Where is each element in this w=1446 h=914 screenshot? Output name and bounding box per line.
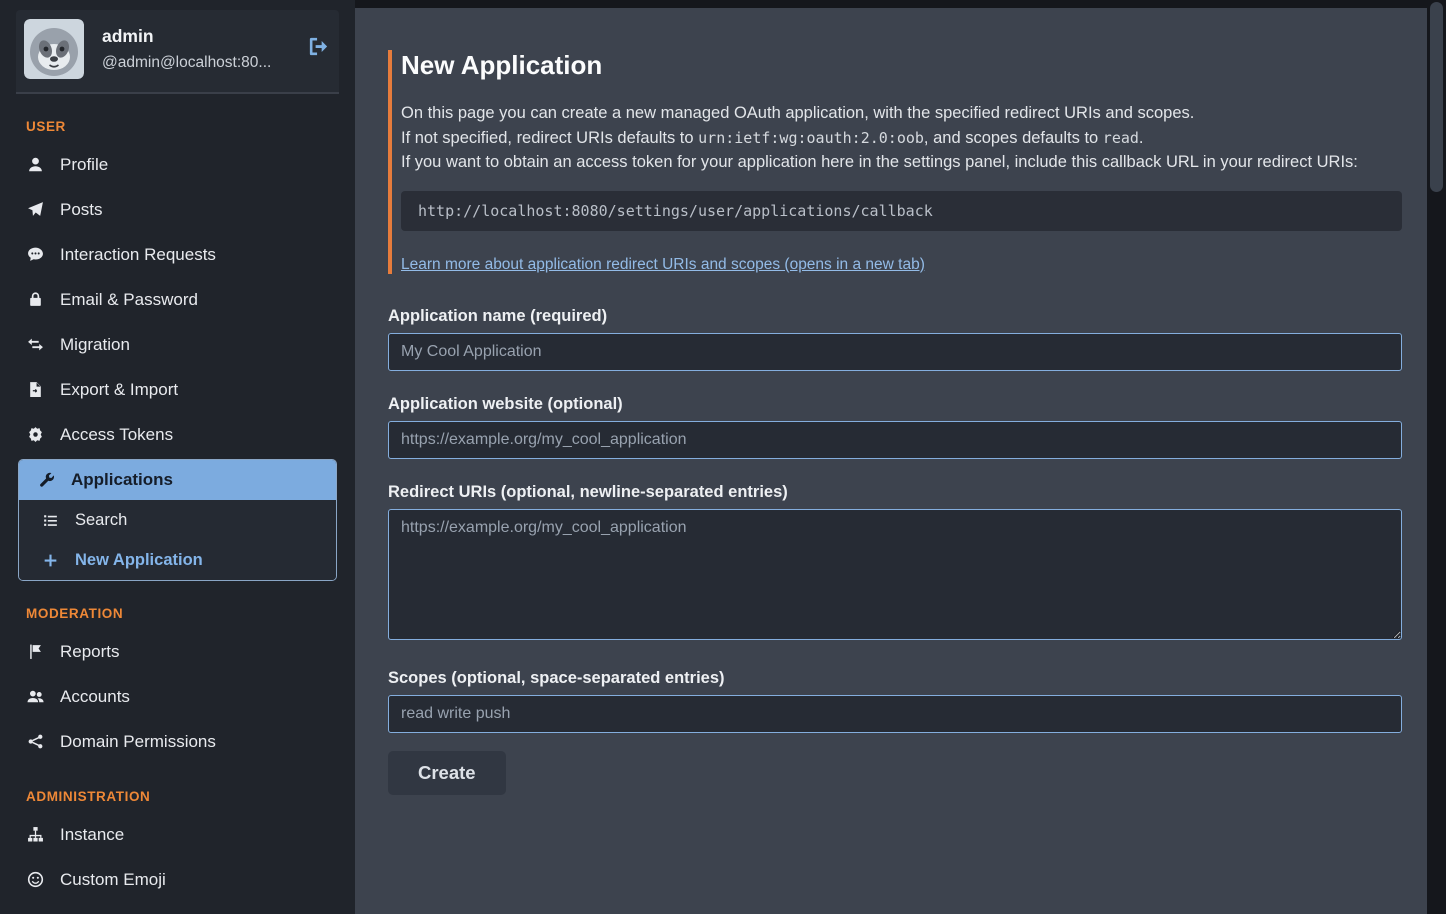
intro-line-2: If not specified, redirect URIs defaults… [401,126,1402,151]
sidebar-item-label: Instance [60,825,124,845]
intro-line-3-text: If you want to obtain an access token fo… [401,153,1358,171]
page-title: New Application [401,50,1402,81]
comment-icon [26,246,45,263]
intro-line-3: If you want to obtain an access token fo… [401,150,1402,175]
sidebar-item-label: New Application [75,551,203,570]
section-header-administration: ADMINISTRATION [26,789,355,804]
application-name-group: Application name (required) [388,307,1402,371]
scrollbar-track[interactable] [1427,0,1446,914]
file-export-icon [26,381,45,398]
sidebar-item-label: Email & Password [60,290,198,310]
scopes-label: Scopes (optional, space-separated entrie… [388,669,1402,688]
inline-code-read: read [1103,129,1139,147]
user-icon [26,156,45,173]
account-info: admin @admin@localhost:80... [102,26,271,72]
inline-code-oob: urn:ietf:wg:oauth:2.0:oob [698,129,924,147]
sidebar-item-label: Interaction Requests [60,245,216,265]
main-wrap: New Application On this page you can cre… [355,0,1427,914]
scrollbar-thumb[interactable] [1430,2,1443,192]
sidebar-item-label: Access Tokens [60,425,173,445]
account-handle: @admin@localhost:80... [102,54,271,72]
sidebar-item-export-import[interactable]: Export & Import [0,367,355,412]
share-nodes-icon [26,733,45,750]
sidebar-item-label: Posts [60,200,103,220]
sidebar-item-search[interactable]: Search [19,500,336,540]
application-name-label: Application name (required) [388,307,1402,326]
application-website-input[interactable] [388,421,1402,459]
sidebar-item-actions[interactable]: Actions [0,902,355,914]
flag-icon [26,643,45,660]
sidebar-item-reports[interactable]: Reports [0,629,355,674]
application-name-input[interactable] [388,333,1402,371]
intro-line-2-pre: If not specified, redirect URIs defaults… [401,129,698,147]
section-header-moderation: MODERATION [26,606,355,621]
sidebar-item-migration[interactable]: Migration [0,322,355,367]
users-icon [26,688,45,705]
scopes-input[interactable] [388,695,1402,733]
intro-line-1: On this page you can create a new manage… [401,101,1402,126]
sidebar-item-label: Reports [60,642,120,662]
sidebar-item-label: Domain Permissions [60,732,216,752]
avatar [24,19,84,79]
applications-subnav: Search New Application [19,500,336,580]
new-application-panel: New Application On this page you can cre… [355,8,1427,914]
certificate-icon [26,426,45,443]
applications-group: Applications Search New Application [18,459,337,581]
plus-icon [41,552,60,569]
sidebar-item-access-tokens[interactable]: Access Tokens [0,412,355,457]
intro-line-2-post: . [1139,129,1144,147]
lock-icon [26,291,45,308]
paper-plane-icon [26,201,45,218]
sidebar-item-label: Applications [71,470,173,490]
sidebar: admin @admin@localhost:80... USER Profil… [0,0,355,914]
intro-line-1-text: On this page you can create a new manage… [401,104,1194,122]
application-website-group: Application website (optional) [388,395,1402,459]
sidebar-item-email-password[interactable]: Email & Password [0,277,355,322]
sidebar-item-label: Accounts [60,687,130,707]
sidebar-item-label: Migration [60,335,130,355]
logout-icon[interactable] [307,35,331,63]
sidebar-item-label: Custom Emoji [60,870,166,890]
arrows-left-right-icon [26,336,45,353]
smiley-icon [26,871,45,888]
sidebar-item-instance[interactable]: Instance [0,812,355,857]
application-website-label: Application website (optional) [388,395,1402,414]
sidebar-item-interaction-requests[interactable]: Interaction Requests [0,232,355,277]
callback-url-code: http://localhost:8080/settings/user/appl… [401,191,1402,231]
sidebar-item-profile[interactable]: Profile [0,142,355,187]
docs-link[interactable]: Learn more about application redirect UR… [401,256,925,274]
sidebar-item-new-application[interactable]: New Application [19,540,336,580]
sidebar-item-label: Export & Import [60,380,178,400]
list-icon [41,512,60,529]
account-name: admin [102,26,271,47]
wrench-icon [37,472,56,489]
sidebar-item-posts[interactable]: Posts [0,187,355,232]
create-button[interactable]: Create [388,751,506,795]
redirect-uris-textarea[interactable] [388,509,1402,640]
sidebar-item-custom-emoji[interactable]: Custom Emoji [0,857,355,902]
sidebar-item-applications[interactable]: Applications [19,460,336,500]
sidebar-item-label: Profile [60,155,108,175]
scopes-group: Scopes (optional, space-separated entrie… [388,669,1402,733]
redirect-uris-group: Redirect URIs (optional, newline-separat… [388,483,1402,645]
intro-block: New Application On this page you can cre… [388,50,1402,274]
sitemap-icon [26,826,45,843]
sidebar-item-domain-permissions[interactable]: Domain Permissions [0,719,355,764]
account-card[interactable]: admin @admin@localhost:80... [16,10,339,94]
intro-line-2-mid: , and scopes defaults to [924,129,1103,147]
sidebar-item-accounts[interactable]: Accounts [0,674,355,719]
sidebar-item-label: Search [75,511,127,530]
section-header-user: USER [26,119,355,134]
app-window: admin @admin@localhost:80... USER Profil… [0,0,1446,914]
sloth-avatar [24,19,84,79]
redirect-uris-label: Redirect URIs (optional, newline-separat… [388,483,1402,502]
